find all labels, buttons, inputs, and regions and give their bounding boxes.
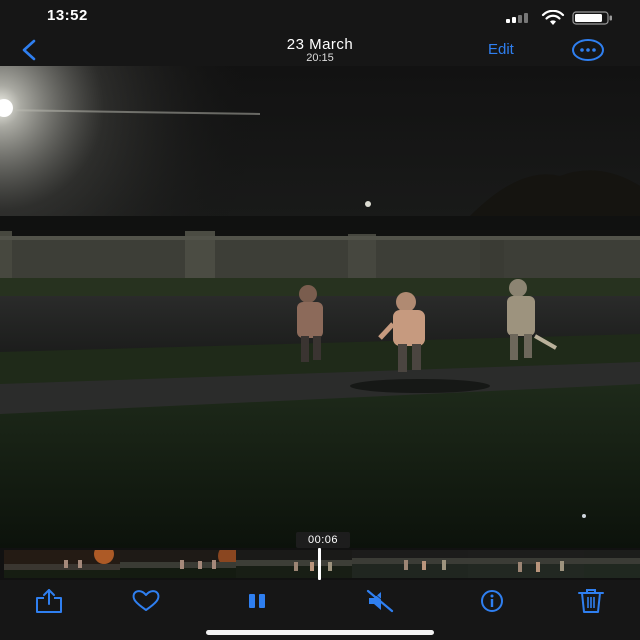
ellipsis-circle-icon[interactable] [571, 38, 605, 62]
night-street-scene-image [0, 66, 640, 548]
photo-time-subtitle: 20:15 [306, 52, 334, 64]
heart-icon[interactable] [130, 588, 162, 614]
video-frame[interactable] [0, 66, 640, 548]
trash-icon[interactable] [575, 588, 607, 614]
video-thumbnail [352, 550, 468, 578]
wifi-icon [541, 10, 565, 25]
video-thumbnail [236, 550, 352, 578]
mute-icon[interactable] [364, 588, 396, 614]
photo-date-title: 23 March [286, 36, 354, 53]
chevron-left-icon[interactable] [18, 38, 40, 62]
edit-button[interactable]: Edit [488, 41, 514, 58]
navigation-bar: 23 March 20:15 Edit [0, 34, 640, 66]
video-thumbnail [4, 550, 120, 578]
photo-viewer-screen: 13:52 23 March 20:15 Edit 00:06 [0, 0, 640, 640]
video-timestamp: 00:06 [296, 532, 350, 548]
video-thumbnail [584, 550, 640, 578]
status-time: 13:52 [47, 7, 88, 24]
pause-icon[interactable] [241, 588, 273, 614]
scrubber-playhead[interactable] [318, 548, 321, 580]
battery-icon [572, 11, 612, 25]
video-thumbnail [120, 550, 236, 578]
signal-icon [506, 11, 534, 23]
video-thumbnail [468, 550, 584, 578]
info-icon[interactable] [476, 588, 508, 614]
status-bar: 13:52 [0, 0, 640, 34]
home-indicator[interactable] [206, 630, 434, 635]
share-icon[interactable] [33, 588, 65, 614]
